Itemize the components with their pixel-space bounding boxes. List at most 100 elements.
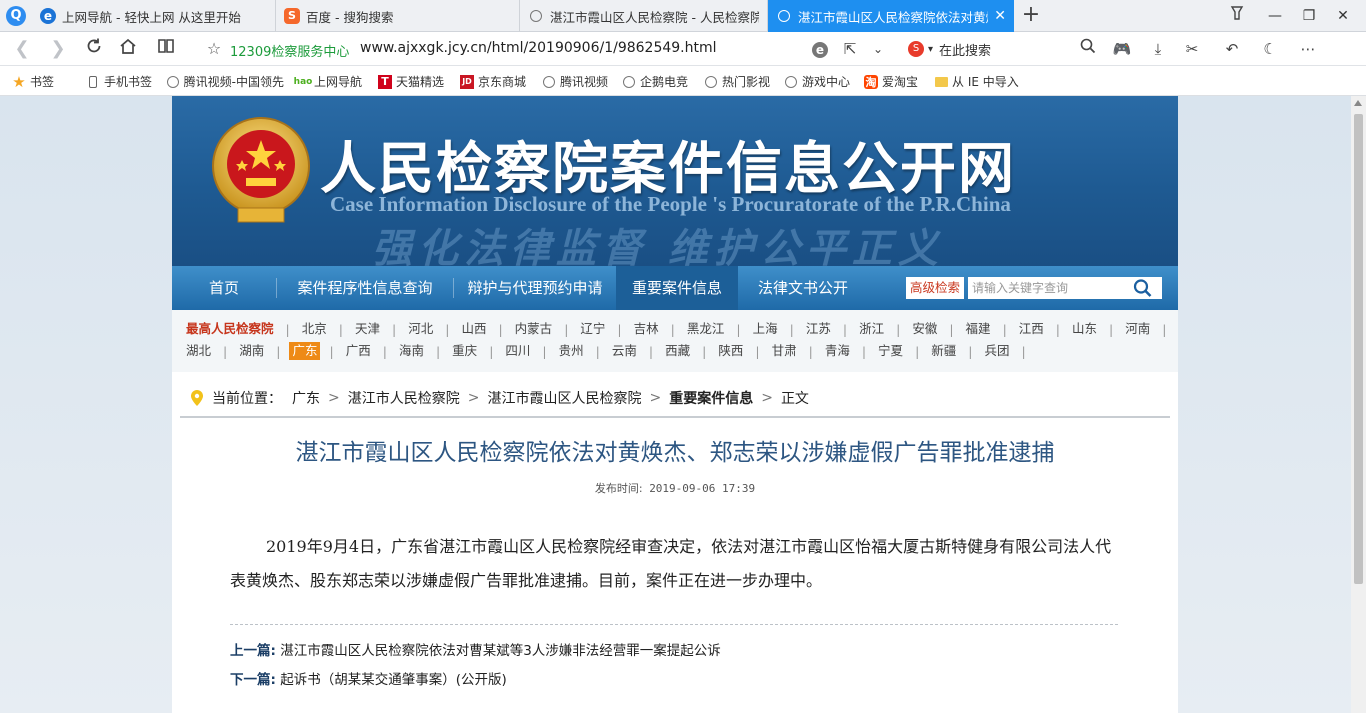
province-link[interactable]: 江苏 [803, 320, 834, 338]
province-link[interactable]: 宁夏 [875, 342, 906, 360]
browser-tab-3[interactable]: 湛江市霞山区人民检察院 - 人民检察院 [520, 0, 768, 32]
restore-icon[interactable]: ❐ [1294, 4, 1324, 28]
scrollbar-thumb[interactable] [1354, 114, 1363, 584]
page-scrollbar[interactable] [1351, 96, 1366, 713]
download-icon[interactable]: ⤓ [1146, 38, 1170, 60]
province-link[interactable]: 江西 [1016, 320, 1047, 338]
province-link[interactable]: 广西 [343, 342, 374, 360]
browser-tab-1[interactable]: e 上网导航 - 轻快上网 从这里开始 [32, 0, 276, 32]
province-link[interactable]: 福建 [963, 320, 994, 338]
browser-tab-bar: Q e 上网导航 - 轻快上网 从这里开始 S 百度 - 搜狗搜索 湛江市霞山区… [0, 0, 1366, 32]
province-link[interactable]: 青海 [822, 342, 853, 360]
night-mode-icon[interactable]: ☾ [1258, 38, 1282, 60]
menu-icon[interactable]: ⋯ [1296, 38, 1320, 60]
province-link[interactable]: 河北 [405, 320, 436, 338]
province-link[interactable]: 上海 [750, 320, 781, 338]
bookmark-import-ie[interactable]: 从 IE 中导入 [934, 73, 1019, 90]
province-link[interactable]: 辽宁 [577, 320, 608, 338]
province-separator: | [736, 321, 741, 337]
reader-icon[interactable] [154, 37, 178, 61]
new-tab-button[interactable]: + [1018, 3, 1044, 29]
nav-case-procedure[interactable]: 案件程序性信息查询 [277, 266, 453, 310]
province-link[interactable]: 浙江 [856, 320, 887, 338]
engine-dropdown-icon[interactable]: ▾ [928, 44, 933, 55]
skin-icon[interactable] [1222, 4, 1252, 28]
bookmark-jd[interactable]: JD 京东商城 [460, 73, 526, 90]
search-icon[interactable] [1076, 38, 1100, 60]
province-link[interactable]: 山西 [458, 320, 489, 338]
province-link[interactable]: 兵团 [982, 342, 1013, 360]
province-link[interactable]: 内蒙古 [512, 320, 556, 338]
province-link[interactable]: 四川 [502, 342, 533, 360]
province-link[interactable]: 黑龙江 [684, 320, 728, 338]
province-link[interactable]: 新疆 [928, 342, 959, 360]
screenshot-scissors-icon[interactable]: ✂ [1180, 38, 1204, 60]
province-link[interactable]: 安徽 [909, 320, 940, 338]
breadcrumb-zhanjiang[interactable]: 湛江市人民检察院 [348, 388, 460, 408]
forward-button[interactable]: ❯ [46, 37, 70, 61]
next-label: 下一篇: [230, 672, 276, 688]
next-article-link[interactable]: 起诉书（胡某某交通肇事案）(公开版) [280, 672, 507, 688]
bookmark-taobao[interactable]: 淘爱淘宝 [864, 73, 918, 90]
advanced-search-button[interactable]: 高级检索 [906, 277, 965, 299]
address-dropdown-icon[interactable]: ⌄ [866, 38, 890, 60]
province-link[interactable]: 河南 [1122, 320, 1153, 338]
scroll-up-icon[interactable] [1354, 100, 1362, 106]
province-link[interactable]: 陕西 [715, 342, 746, 360]
province-link[interactable]: 云南 [609, 342, 640, 360]
province-link[interactable]: 最高人民检察院 [183, 320, 277, 338]
search-input[interactable]: 在此搜索 [939, 40, 991, 59]
url-input[interactable]: www.ajxxgk.jcy.cn/html/20190906/1/986254… [360, 40, 717, 56]
bookmark-mobile[interactable]: 手机书签 [86, 73, 152, 90]
nav-legal-documents[interactable]: 法律文书公开 [738, 266, 868, 310]
next-article: 下一篇: 起诉书（胡某某交通肇事案）(公开版) [230, 666, 1118, 695]
province-link[interactable]: 吉林 [631, 320, 662, 338]
bookmark-tencent-video-2[interactable]: 腾讯视频 [542, 73, 608, 90]
bookmark-movies[interactable]: 热门影视 [704, 73, 770, 90]
nav-important-cases[interactable]: 重要案件信息 [616, 266, 738, 310]
province-link[interactable]: 甘肃 [769, 342, 800, 360]
browser-tab-4-active[interactable]: 湛江市霞山区人民检察院依法对黄焕杰 ✕ [768, 0, 1014, 32]
share-icon[interactable]: ⇱ [838, 38, 862, 60]
bookmark-games[interactable]: 游戏中心 [784, 73, 850, 90]
province-link[interactable]: 海南 [396, 342, 427, 360]
province-link[interactable]: 湖北 [183, 342, 214, 360]
ie-mode-icon[interactable]: e [808, 38, 832, 60]
bookmark-bookmarks[interactable]: ★ 书签 [12, 73, 54, 91]
home-icon[interactable] [116, 37, 140, 61]
minimize-icon[interactable]: — [1260, 4, 1290, 28]
favorite-star-icon[interactable]: ☆ [202, 37, 226, 61]
back-button[interactable]: ❮ [10, 37, 34, 61]
province-link[interactable]: 天津 [352, 320, 383, 338]
browser-logo-icon[interactable]: Q [6, 6, 26, 26]
refresh-icon[interactable] [82, 37, 106, 61]
province-link[interactable]: 北京 [299, 320, 330, 338]
bookmark-tmall[interactable]: T 天猫精选 [378, 73, 444, 90]
browser-tab-2[interactable]: S 百度 - 搜狗搜索 [276, 0, 520, 32]
province-link[interactable]: 重庆 [449, 342, 480, 360]
nav-defense-appointment[interactable]: 辩护与代理预约申请 [454, 266, 616, 310]
breadcrumb-guangdong[interactable]: 广东 [292, 388, 320, 408]
province-link[interactable]: 山东 [1069, 320, 1100, 338]
province-link[interactable]: 西藏 [662, 342, 693, 360]
game-icon[interactable]: 🎮 [1110, 38, 1134, 60]
sogou-search-icon[interactable]: S [908, 41, 924, 57]
province-separator: | [1002, 321, 1007, 337]
nav-home[interactable]: 首页 [172, 266, 276, 310]
undo-close-icon[interactable]: ↶ [1220, 38, 1244, 60]
province-link[interactable]: 广东 [289, 342, 321, 360]
taobao-icon: 淘 [864, 74, 878, 89]
search-icon[interactable] [1132, 278, 1154, 298]
breadcrumb-xiashan[interactable]: 湛江市霞山区人民检察院 [487, 388, 641, 408]
bookmark-nav[interactable]: hao 上网导航 [294, 73, 362, 90]
close-window-icon[interactable]: ✕ [1328, 4, 1358, 28]
bookmark-esports[interactable]: 企鹅电竞 [622, 73, 688, 90]
province-link[interactable]: 湖南 [236, 342, 267, 360]
search-engine-box[interactable]: S ▾ 在此搜索 [908, 38, 1098, 60]
province-separator: | [329, 343, 334, 359]
prev-article-link[interactable]: 湛江市霞山区人民检察院依法对曹某斌等3人涉嫌非法经营罪一案提起公诉 [280, 643, 721, 659]
bookmark-tencent-video-1[interactable]: 腾讯视频-中国领先 [166, 73, 284, 90]
breadcrumb-important-cases[interactable]: 重要案件信息 [669, 388, 753, 408]
province-link[interactable]: 贵州 [556, 342, 587, 360]
close-tab-icon[interactable]: ✕ [994, 8, 1006, 24]
